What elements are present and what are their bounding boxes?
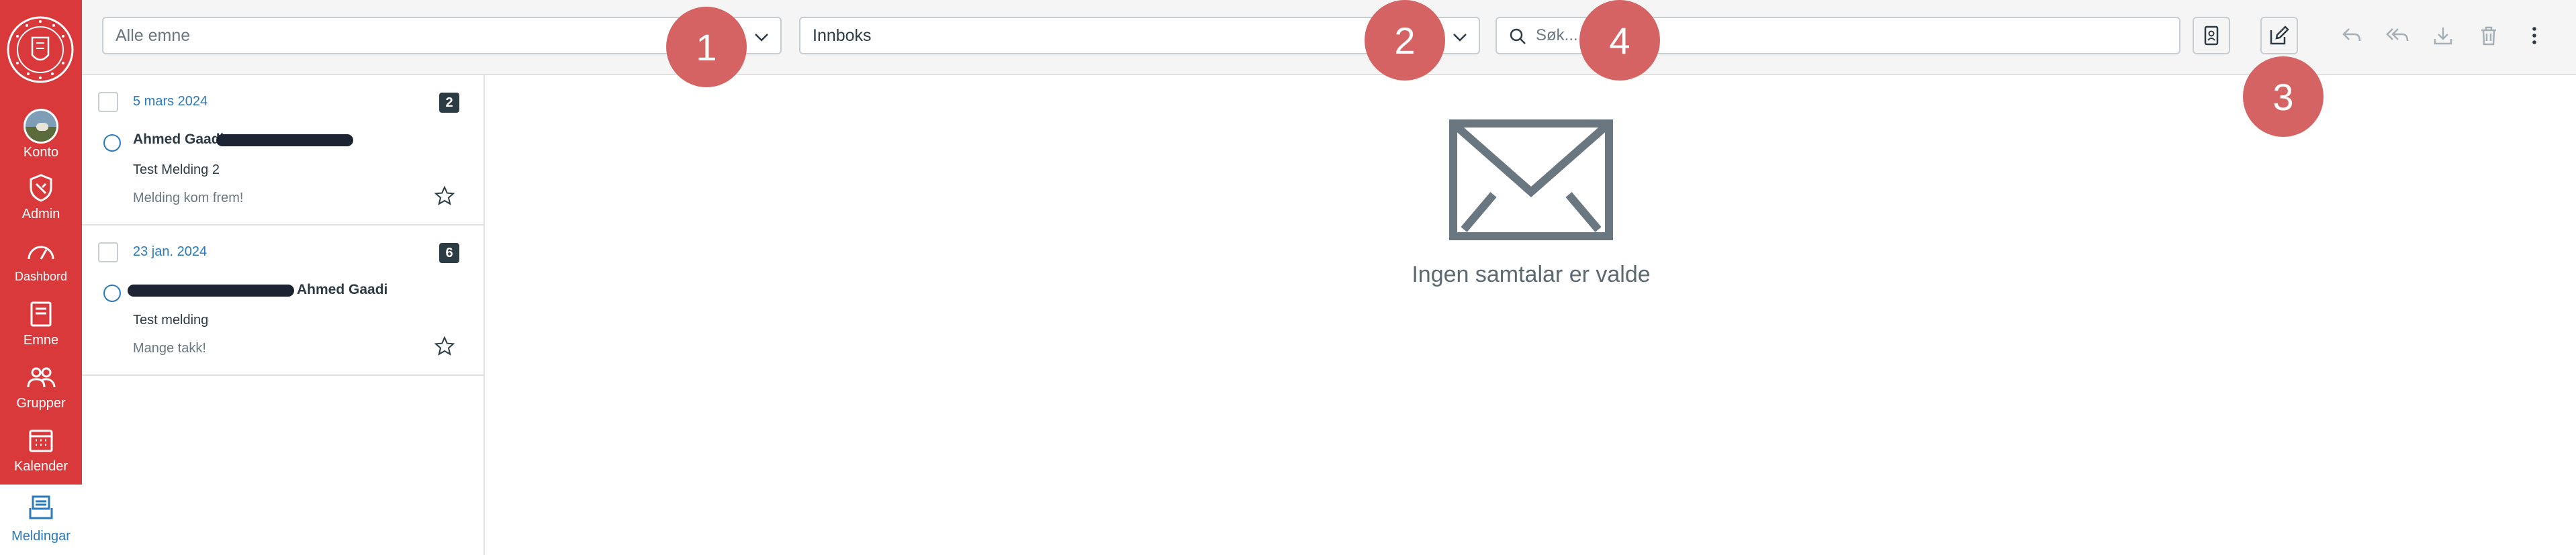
select-checkbox[interactable] xyxy=(98,92,118,112)
address-book-icon xyxy=(2204,26,2219,46)
address-book-button[interactable] xyxy=(2193,17,2230,54)
list-item[interactable]: 23 jan. 2024 6 Ahmed Gaadi Test melding … xyxy=(82,225,484,376)
nav-item-label: Admin xyxy=(21,207,60,221)
annotation-marker-4: 4 xyxy=(1579,0,1660,81)
conversation-preview: Mange takk! xyxy=(133,341,206,356)
annotation-marker-1: 1 xyxy=(666,7,747,87)
archive-button[interactable] xyxy=(2424,17,2462,54)
nav-item-grupper[interactable]: Grupper xyxy=(0,358,82,420)
nav-item-meldingar[interactable]: Meldingar xyxy=(0,485,82,555)
delete-button[interactable] xyxy=(2470,17,2508,54)
message-count-badge: 2 xyxy=(439,93,459,113)
conversation-participants: Ahmed Gaadi xyxy=(297,282,388,297)
university-seal-logo[interactable] xyxy=(5,15,75,85)
conversation-subject: Test melding xyxy=(133,313,209,327)
compose-icon xyxy=(2270,26,2289,45)
nav-item-dashbord[interactable]: Dashbord xyxy=(0,232,82,294)
message-detail-pane: Ingen samtalar er valde xyxy=(486,75,2576,555)
search-icon xyxy=(1510,28,1526,44)
nav-item-label: Emne xyxy=(23,333,59,348)
inbox-toolbar: Alle emne Innboks xyxy=(82,0,2576,75)
compose-button[interactable] xyxy=(2260,17,2298,54)
book-icon xyxy=(0,298,82,330)
nav-item-label: Konto xyxy=(23,145,59,160)
star-icon[interactable] xyxy=(434,185,455,207)
nav-item-konto[interactable]: Konto xyxy=(0,107,82,169)
more-options-icon xyxy=(2532,27,2536,44)
nav-item-label: Meldingar xyxy=(11,529,71,544)
conversation-preview: Melding kom frem! xyxy=(133,191,244,205)
conversation-subject: Test Melding 2 xyxy=(133,162,220,177)
calendar-icon xyxy=(0,424,82,456)
redaction-mark xyxy=(216,134,353,146)
global-nav: Konto Admin Dashbord Emne Grupper Kalend… xyxy=(0,0,82,555)
nav-item-label: Kalender xyxy=(13,459,68,474)
unread-indicator-icon[interactable] xyxy=(103,134,121,152)
delete-icon xyxy=(2481,26,2496,46)
avatar xyxy=(24,109,58,144)
empty-state-message: Ingen samtalar er valde xyxy=(1412,262,1651,287)
select-checkbox[interactable] xyxy=(98,242,118,262)
redaction-mark xyxy=(128,285,294,297)
chevron-down-icon xyxy=(755,34,768,42)
conversation-date: 23 jan. 2024 xyxy=(133,244,208,259)
reply-button[interactable] xyxy=(2333,17,2371,54)
message-count-badge: 6 xyxy=(439,243,459,263)
envelope-icon xyxy=(1449,119,1613,240)
nav-item-admin[interactable]: Admin xyxy=(0,169,82,231)
nav-item-label: Grupper xyxy=(16,396,66,411)
reply-all-button[interactable] xyxy=(2379,17,2416,54)
shield-icon xyxy=(0,172,82,204)
reply-icon xyxy=(2342,28,2361,42)
people-icon xyxy=(0,361,82,393)
course-filter-value: Alle emne xyxy=(116,26,191,45)
star-icon[interactable] xyxy=(434,336,455,357)
list-item[interactable]: 5 mars 2024 2 Ahmed Gaadi Test Melding 2… xyxy=(82,75,484,225)
conversation-list: 5 mars 2024 2 Ahmed Gaadi Test Melding 2… xyxy=(82,75,485,555)
nav-item-label: Dashbord xyxy=(14,270,68,283)
archive-icon xyxy=(2434,28,2452,45)
nav-item-emne[interactable]: Emne xyxy=(0,295,82,357)
annotation-marker-2: 2 xyxy=(1365,0,1445,81)
annotation-marker-3: 3 xyxy=(2243,56,2324,137)
more-options-button[interactable] xyxy=(2516,17,2553,54)
conversation-date: 5 mars 2024 xyxy=(133,94,208,109)
unread-indicator-icon[interactable] xyxy=(103,285,121,302)
gauge-icon xyxy=(0,235,82,267)
mailbox-filter-value: Innboks xyxy=(813,26,872,45)
reply-all-icon xyxy=(2386,28,2409,42)
nav-item-kalender[interactable]: Kalender xyxy=(0,421,82,483)
conversation-participants: Ahmed Gaadi xyxy=(133,132,224,147)
inbox-icon xyxy=(0,491,82,523)
chevron-down-icon xyxy=(1453,34,1467,42)
